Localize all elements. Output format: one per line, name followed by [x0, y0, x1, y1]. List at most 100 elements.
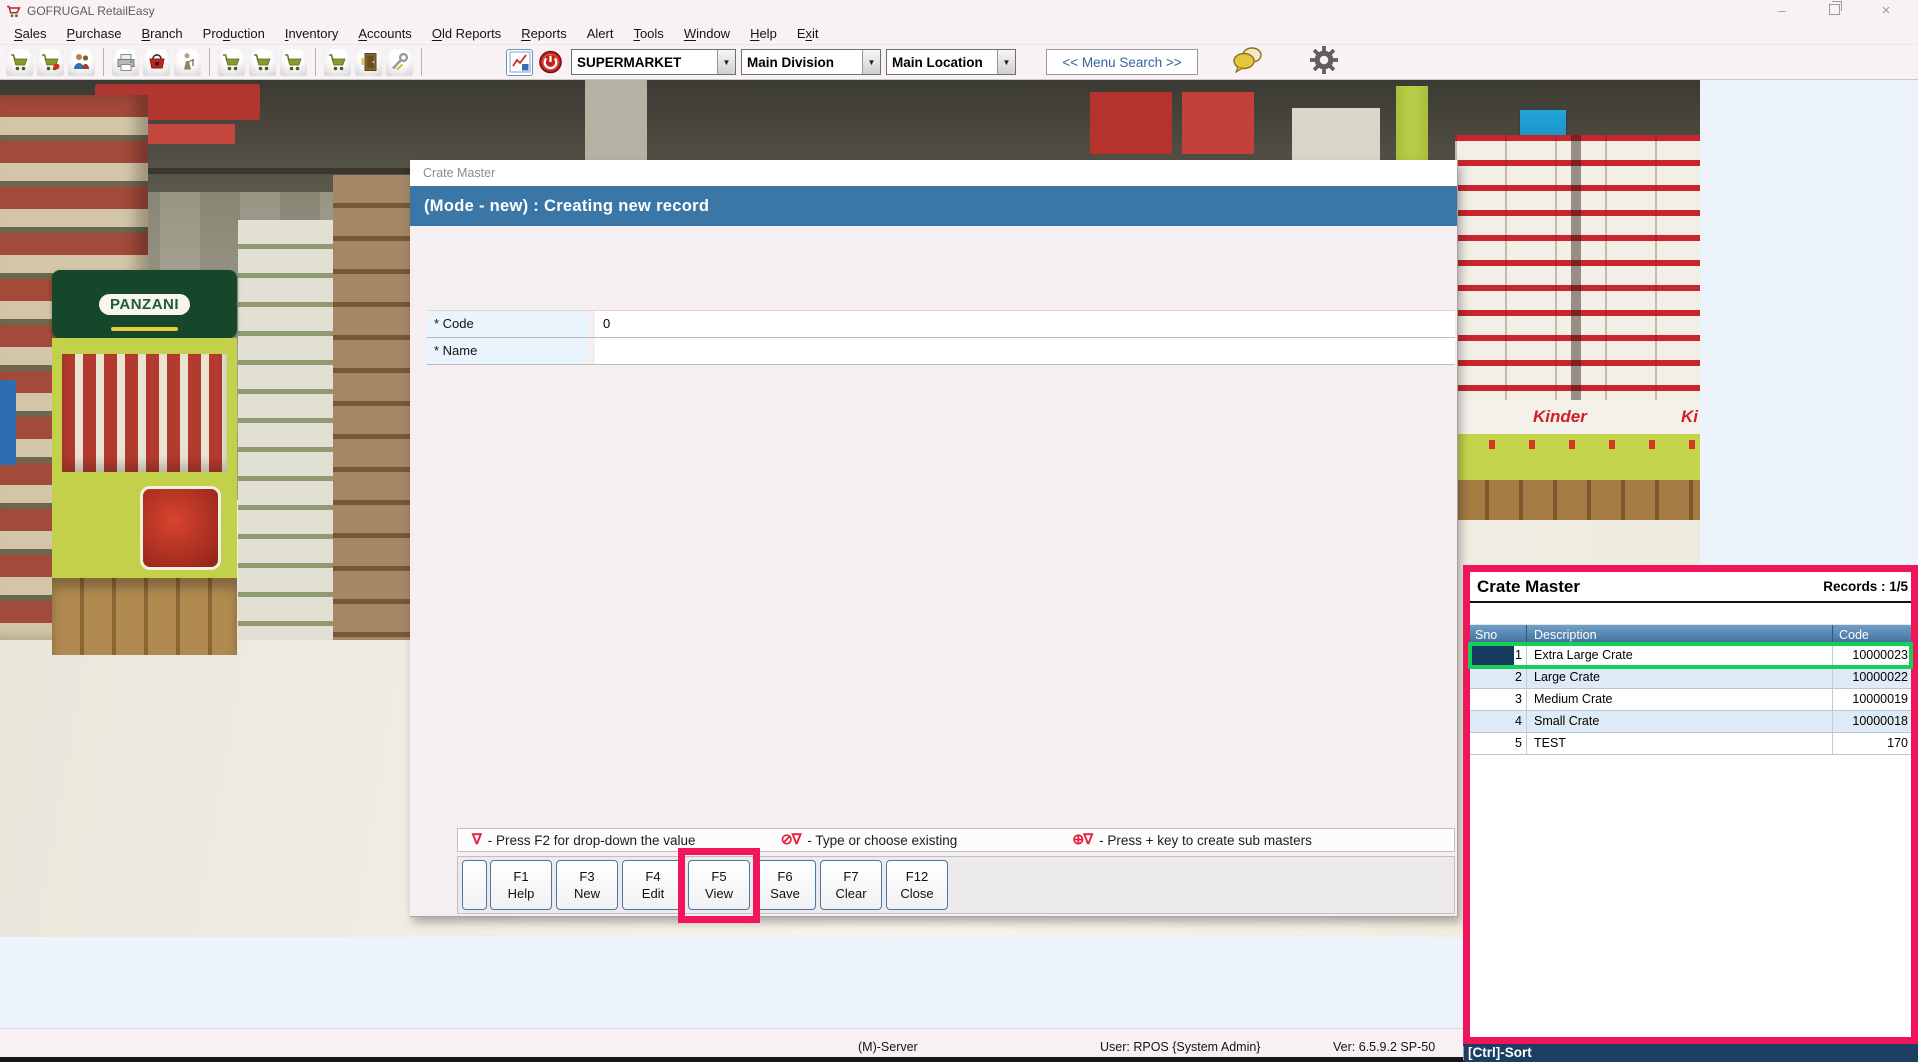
- blank-button[interactable]: [462, 860, 487, 910]
- menu-accounts[interactable]: Accounts: [348, 26, 421, 41]
- print-icon[interactable]: [112, 48, 139, 76]
- dropdown-triangle-icon: ∇: [472, 832, 482, 848]
- sales-return-icon[interactable]: [37, 48, 64, 76]
- toolbar-separator: [209, 48, 210, 76]
- menu-reports[interactable]: Reports: [511, 26, 577, 41]
- kinder-pallet: [1455, 480, 1700, 520]
- menu-exit[interactable]: Exit: [787, 26, 829, 41]
- table-row[interactable]: 5 TEST 170: [1470, 733, 1911, 755]
- order-cart-icon[interactable]: [280, 48, 307, 76]
- table-row[interactable]: 2 Large Crate 10000022: [1470, 667, 1911, 689]
- goods-receipt-icon[interactable]: [174, 48, 201, 76]
- menu-tools[interactable]: Tools: [623, 26, 673, 41]
- panzani-display: PANZANI: [52, 270, 237, 655]
- mode-header: (Mode - new) : Creating new record: [410, 186, 1457, 226]
- f12-close-button[interactable]: F12 Close: [886, 860, 948, 910]
- records-panel: Crate Master Records : 1/5 Sno Descripti…: [1463, 565, 1918, 1044]
- f5-view-button[interactable]: F5 View: [688, 860, 750, 910]
- table-header: Sno Description Code: [1470, 625, 1911, 645]
- location-selector-value: Main Location: [892, 54, 983, 70]
- power-icon[interactable]: [537, 49, 564, 76]
- server-status: (M)-Server: [858, 1040, 918, 1054]
- settings-gear-icon[interactable]: [1308, 44, 1340, 81]
- name-input[interactable]: [595, 338, 1455, 364]
- panel-title: Crate Master: [1477, 576, 1580, 596]
- stock-room-icon[interactable]: [355, 48, 382, 76]
- menu-purchase[interactable]: Purchase: [57, 26, 132, 41]
- column-code[interactable]: Code: [1832, 625, 1911, 645]
- dialog-title: Crate Master: [410, 160, 1457, 186]
- crate-master-dialog: Crate Master (Mode - new) : Creating new…: [410, 160, 1458, 923]
- hint-text: - Type or choose existing: [807, 832, 958, 848]
- chat-icon[interactable]: [1230, 45, 1266, 80]
- panzani-pallet: [52, 578, 237, 655]
- panzani-sign: PANZANI: [52, 270, 237, 338]
- f1-help-button[interactable]: F1 Help: [490, 860, 552, 910]
- column-sno[interactable]: Sno: [1470, 625, 1526, 645]
- f3-new-button[interactable]: F3 New: [556, 860, 618, 910]
- title-bar: GOFRUGAL RetailEasy – ×: [0, 0, 1918, 22]
- menu-bar: Sales Purchase Branch Production Invento…: [0, 22, 1918, 44]
- kinder-logo-text: Kinder: [1533, 407, 1587, 426]
- purchase-basket-icon[interactable]: [143, 48, 170, 76]
- stock-cart-icon[interactable]: [218, 48, 245, 76]
- f7-clear-button[interactable]: F7 Clear: [820, 860, 882, 910]
- store-selector[interactable]: SUPERMARKET ▼: [571, 49, 736, 75]
- restore-button[interactable]: [1808, 0, 1860, 22]
- customers-icon[interactable]: [68, 48, 95, 76]
- app-window: GOFRUGAL RetailEasy – × Sales Purchase B…: [0, 0, 1918, 1062]
- menu-old-reports[interactable]: Old Reports: [422, 26, 511, 41]
- table-row[interactable]: 3 Medium Crate 10000019: [1470, 689, 1911, 711]
- inventory-cart-icon[interactable]: [324, 48, 351, 76]
- reports-chart-icon[interactable]: [506, 48, 533, 76]
- menu-sales[interactable]: Sales: [4, 26, 57, 41]
- panzani-logo-text: PANZANI: [98, 293, 191, 315]
- menu-branch[interactable]: Branch: [131, 26, 192, 41]
- f4-edit-button[interactable]: F4 Edit: [622, 860, 684, 910]
- close-button[interactable]: ×: [1860, 0, 1912, 22]
- hint-choose-existing: ⊘∇ - Type or choose existing: [781, 832, 958, 848]
- user-status: User: RPOS {System Admin}: [1100, 1040, 1261, 1054]
- sales-cart-icon[interactable]: [6, 48, 33, 76]
- menu-help[interactable]: Help: [740, 26, 787, 41]
- code-label: * Code: [427, 311, 595, 337]
- taskbar-strip: [0, 1057, 1463, 1062]
- division-selector[interactable]: Main Division ▼: [741, 49, 881, 75]
- menu-alert[interactable]: Alert: [577, 26, 624, 41]
- photo-blue-sign: [0, 380, 16, 465]
- version-status: Ver: 6.5.9.2 SP-50: [1333, 1040, 1436, 1054]
- location-selector[interactable]: Main Location ▼: [886, 49, 1016, 75]
- panzani-stand-body: [52, 338, 237, 578]
- form-row: * Code 0: [427, 310, 1455, 338]
- chevron-down-icon[interactable]: ▼: [862, 50, 880, 74]
- choose-existing-icon: ⊘∇: [780, 832, 802, 848]
- window-title: GOFRUGAL RetailEasy: [27, 4, 155, 18]
- menu-inventory[interactable]: Inventory: [275, 26, 349, 41]
- panzani-products: [62, 354, 227, 472]
- menu-search-box[interactable]: << Menu Search >>: [1046, 49, 1198, 75]
- chevron-down-icon[interactable]: ▼: [997, 50, 1015, 74]
- chevron-down-icon[interactable]: ▼: [717, 50, 735, 74]
- kinder-display: Kinder Ki: [1455, 95, 1700, 555]
- transfer-cart-icon[interactable]: [249, 48, 276, 76]
- photo-signage: [1090, 92, 1172, 154]
- kinder-stack-gap: [1571, 135, 1581, 400]
- photo-aisle-shelf: [333, 175, 413, 640]
- function-button-strip: F1 Help F3 New F4 Edit F5 View F6 Save F7 Clea…: [457, 848, 1455, 923]
- sub-master-icon: ⊕∇: [1072, 832, 1093, 848]
- table-row[interactable]: 1 Extra Large Crate 10000023: [1468, 642, 1913, 669]
- hint-sub-masters: ⊕∇ - Press + key to create sub masters: [1072, 832, 1312, 848]
- menu-window[interactable]: Window: [674, 26, 740, 41]
- f6-save-button[interactable]: F6 Save: [754, 860, 816, 910]
- sort-hint-bar: [Ctrl]-Sort: [1460, 1044, 1918, 1062]
- toolbar-separator: [315, 48, 316, 76]
- code-input[interactable]: 0: [595, 311, 1455, 337]
- column-description[interactable]: Description: [1526, 625, 1832, 645]
- hint-text: - Press F2 for drop-down the value: [487, 832, 696, 848]
- table-row[interactable]: 4 Small Crate 10000018: [1470, 711, 1911, 733]
- service-tools-icon[interactable]: [386, 48, 413, 76]
- hint-dropdown: ∇ - Press F2 for drop-down the value: [472, 832, 696, 848]
- menu-production[interactable]: Production: [193, 26, 275, 41]
- minimize-button[interactable]: –: [1756, 0, 1808, 22]
- toolbar: SUPERMARKET ▼ Main Division ▼ Main Locat…: [0, 44, 1918, 80]
